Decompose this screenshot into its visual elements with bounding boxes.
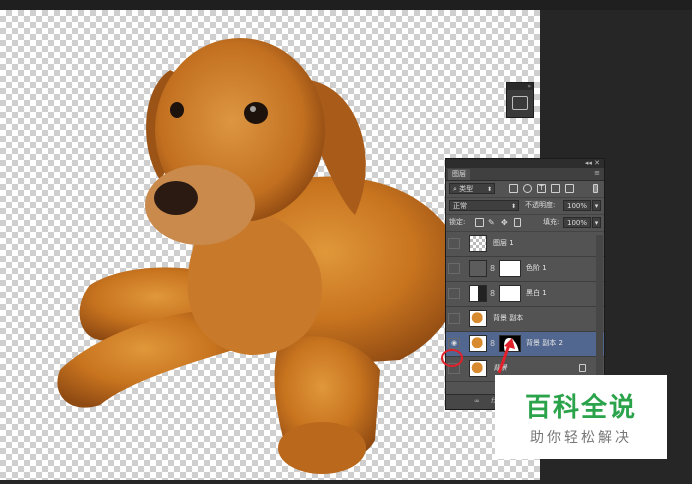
layer-mask-thumbnail: [499, 285, 521, 302]
panel-close-icon[interactable]: ◂◂ ✕: [585, 159, 600, 168]
layer-name: 背景 副本 2: [526, 339, 563, 347]
properties-icon[interactable]: [512, 96, 528, 110]
pixel-filter-icon[interactable]: [509, 184, 518, 193]
lock-row: 锁定: ✎ ✥ 填充: 100% ▾: [446, 215, 604, 232]
black-white-adjustment-icon: [469, 285, 487, 302]
tab-layers[interactable]: 图层: [448, 169, 470, 180]
layer-thumbnail: [469, 310, 487, 327]
lock-transparency-icon[interactable]: [475, 218, 484, 227]
opacity-label: 不透明度:: [525, 201, 556, 209]
layer-row[interactable]: 背景 副本: [446, 307, 604, 332]
link-icon[interactable]: 8: [490, 264, 495, 273]
layer-mask-thumbnail: [499, 260, 521, 277]
levels-adjustment-icon: [469, 260, 487, 277]
opacity-field[interactable]: 100%: [563, 200, 591, 211]
annotation-arrow-icon: [497, 338, 515, 374]
filter-toggle[interactable]: [593, 184, 598, 193]
visibility-toggle[interactable]: [448, 313, 460, 324]
layer-thumbnail: [469, 335, 487, 352]
layer-row-selected[interactable]: ◉ 8 背景 副本 2: [446, 332, 604, 357]
layer-row[interactable]: 图层 1: [446, 232, 604, 257]
filter-row: ⌕ 类型 ⬍ T: [446, 181, 604, 198]
watermark: 百科全说 助你轻松解决: [495, 375, 667, 459]
adjustment-filter-icon[interactable]: [523, 184, 532, 193]
layer-name: 图层 1: [493, 239, 514, 247]
lock-label: 锁定:: [449, 218, 466, 226]
fill-field[interactable]: 100%: [563, 217, 591, 228]
type-filter-icon[interactable]: T: [537, 184, 546, 193]
eye-icon[interactable]: ◉: [448, 338, 460, 349]
watermark-title: 百科全说: [524, 393, 637, 423]
fill-label: 填充:: [543, 218, 560, 226]
watermark-subtitle: 助你轻松解决: [530, 430, 632, 446]
layer-name: 背景 副本: [493, 314, 524, 322]
lock-all-icon[interactable]: [514, 218, 521, 227]
panel-tabs: 图层 ≡: [446, 168, 604, 181]
link-layers-icon[interactable]: ∞: [474, 397, 480, 405]
panel-titlebar[interactable]: ◂◂ ✕: [446, 159, 604, 168]
smart-object-filter-icon[interactable]: [565, 184, 574, 193]
collapsed-panel-dock[interactable]: »: [506, 82, 534, 118]
layer-row[interactable]: 8 色阶 1: [446, 257, 604, 282]
layers-panel: ◂◂ ✕ 图层 ≡ ⌕ 类型 ⬍ T 正常 ⬍ 不透明度: 100% ▾ 锁定: ✎…: [445, 158, 605, 410]
link-icon[interactable]: 8: [490, 339, 495, 348]
link-icon[interactable]: 8: [490, 289, 495, 298]
layer-name: 黑白 1: [526, 289, 547, 297]
shape-filter-icon[interactable]: [551, 184, 560, 193]
layer-name: 色阶 1: [526, 264, 547, 272]
visibility-toggle[interactable]: [448, 238, 460, 249]
opacity-chevron-icon[interactable]: ▾: [592, 200, 601, 211]
lock-position-icon[interactable]: ✥: [501, 218, 510, 227]
visibility-toggle[interactable]: [448, 288, 460, 299]
collapse-icon[interactable]: »: [507, 83, 533, 90]
blend-row: 正常 ⬍ 不透明度: 100% ▾: [446, 198, 604, 215]
panel-menu-icon[interactable]: ≡: [594, 169, 600, 177]
visibility-toggle[interactable]: [448, 263, 460, 274]
lock-pixels-icon[interactable]: ✎: [488, 218, 497, 227]
layer-thumbnail: [469, 235, 487, 252]
filter-kind-select[interactable]: ⌕ 类型 ⬍: [449, 183, 495, 194]
fill-chevron-icon[interactable]: ▾: [592, 217, 601, 228]
annotation-circle: [441, 349, 463, 367]
lock-icon: [579, 364, 586, 372]
layer-thumbnail: [469, 360, 487, 377]
menu-strip: [0, 0, 692, 10]
layer-row[interactable]: 8 黑白 1: [446, 282, 604, 307]
blend-mode-select[interactable]: 正常 ⬍: [449, 200, 519, 211]
layers-scrollbar[interactable]: [596, 235, 603, 375]
chevron-down-icon: ⬍: [486, 186, 492, 193]
chevron-down-icon: ⬍: [510, 203, 516, 210]
